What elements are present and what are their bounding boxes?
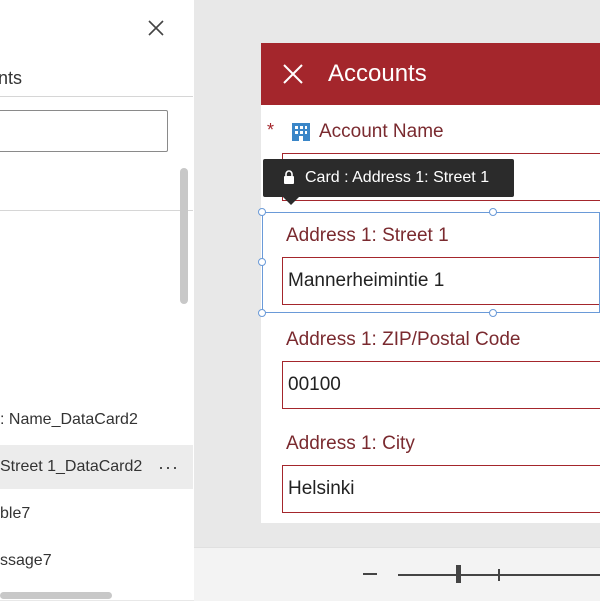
tooltip-text: Card : Address 1: Street 1 [305,169,490,186]
city-label: Address 1: City [286,433,415,454]
resize-handle[interactable] [258,258,266,266]
tree-item-table[interactable]: ble7 [0,492,193,536]
lock-icon [284,170,294,184]
close-icon[interactable] [281,62,305,86]
zip-field[interactable]: 00100 [282,361,600,409]
zoom-out-icon[interactable] [363,573,377,575]
tree-item-label: Street 1_DataCard2 [0,458,143,475]
tree-item-label: ble7 [0,505,31,522]
tree-item-street-datacard[interactable]: Street 1_DataCard2 ··· [0,445,193,489]
card-tooltip: Card : Address 1: Street 1 [263,159,514,197]
panel-title: nts [0,68,23,88]
city-field[interactable]: Helsinki [282,465,600,513]
account-name-label: Account Name [319,121,444,142]
vertical-scrollbar[interactable] [180,168,188,304]
tree-item-message[interactable]: ssage7 [0,539,193,583]
resize-handle[interactable] [258,208,266,216]
zip-label: Address 1: ZIP/Postal Code [286,329,521,350]
zip-value: 00100 [288,374,341,395]
resize-handle[interactable] [258,309,266,317]
resize-handle[interactable] [489,309,497,317]
resize-handle[interactable] [489,208,497,216]
zoom-slider-thumb[interactable] [456,565,461,583]
tree-item-name-datacard[interactable]: : Name_DataCard2 [0,398,193,442]
tree-view-panel: nts : Name_DataCard2 Street 1_DataCard2 … [0,0,194,600]
close-icon[interactable] [144,16,168,40]
divider [0,210,193,211]
city-value: Helsinki [288,478,355,499]
tooltip-arrow [283,197,299,205]
search-input[interactable] [0,110,168,152]
tree-item-label: ssage7 [0,552,52,569]
form-title: Accounts [328,60,427,87]
form-header: Accounts [261,43,600,105]
required-marker: * [267,120,275,140]
horizontal-scrollbar[interactable] [0,592,112,599]
zoom-slider-tick [498,569,500,581]
building-icon [292,123,310,141]
more-options-icon[interactable]: ··· [158,445,184,489]
selected-card-outline[interactable] [262,212,600,313]
divider [0,96,193,97]
tree-item-label: : Name_DataCard2 [0,411,138,428]
